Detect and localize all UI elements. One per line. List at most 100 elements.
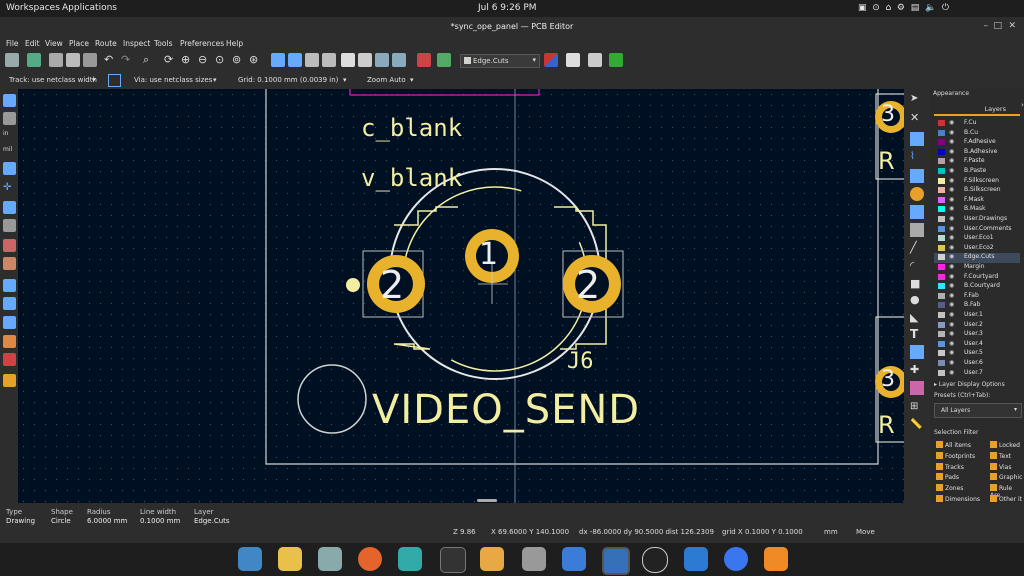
pcb-drawing[interactable] bbox=[18, 89, 904, 503]
eye-icon[interactable]: ◉ bbox=[949, 282, 954, 289]
eye-icon[interactable]: ◉ bbox=[949, 292, 954, 299]
layer-row[interactable]: ◉ User.1 bbox=[934, 311, 1020, 321]
close-icon[interactable]: ✕ bbox=[1008, 21, 1016, 31]
eye-icon[interactable]: ◉ bbox=[949, 349, 954, 356]
layer-color-swatch[interactable] bbox=[938, 292, 945, 299]
settings-gear-icon[interactable] bbox=[522, 547, 546, 571]
unlock-icon[interactable] bbox=[358, 53, 372, 67]
add-text-icon[interactable]: T bbox=[910, 327, 924, 341]
layer-color-swatch[interactable] bbox=[938, 321, 945, 328]
menu-edit[interactable]: Edit bbox=[25, 39, 40, 48]
eye-icon[interactable]: ◉ bbox=[949, 225, 954, 232]
layer-color-swatch[interactable] bbox=[938, 254, 945, 261]
menu-view[interactable]: View bbox=[45, 39, 63, 48]
scripting-console-icon[interactable] bbox=[566, 53, 580, 67]
add-via-icon[interactable] bbox=[910, 187, 924, 201]
layer-display-options[interactable]: ▸ Layer Display Options bbox=[934, 381, 1005, 388]
eye-icon[interactable]: ◉ bbox=[949, 244, 954, 251]
selection-filter-checkbox[interactable]: Vias bbox=[990, 462, 1011, 471]
app-grid-icon[interactable] bbox=[278, 547, 302, 571]
folder-app-icon[interactable] bbox=[318, 547, 342, 571]
layer-color-swatch[interactable] bbox=[938, 216, 945, 222]
refresh-icon[interactable]: ⟳ bbox=[164, 53, 178, 67]
layer-color-swatch[interactable] bbox=[938, 331, 945, 338]
menu-place[interactable]: Place bbox=[69, 39, 89, 48]
rotate-cw-icon[interactable] bbox=[288, 53, 302, 67]
rule-area-icon[interactable] bbox=[910, 223, 924, 237]
layer-color-swatch[interactable] bbox=[938, 312, 945, 318]
layer-row[interactable]: ◉ User.2 bbox=[934, 321, 1020, 331]
mil-units-icon[interactable]: mil bbox=[3, 146, 16, 159]
layer-color-swatch[interactable] bbox=[938, 206, 945, 213]
layer-color-swatch[interactable] bbox=[938, 129, 945, 136]
layer-row[interactable]: ◉ B.Mask bbox=[934, 205, 1020, 215]
menu-route[interactable]: Route bbox=[95, 39, 117, 48]
presets-dropdown[interactable]: All Layers ▾ bbox=[934, 403, 1022, 418]
layer-row[interactable]: ◉ B.Cu bbox=[934, 129, 1020, 139]
selection-filter-checkbox[interactable]: Pads bbox=[936, 473, 959, 481]
add-dimension-icon[interactable] bbox=[910, 345, 924, 359]
layer-row[interactable]: ◉ B.Silkscreen bbox=[934, 186, 1020, 196]
local-ratsnest-icon[interactable]: ✕ bbox=[910, 111, 924, 125]
eye-icon[interactable]: ◉ bbox=[949, 129, 954, 136]
selection-filter-checkbox[interactable]: Zones bbox=[936, 484, 963, 492]
eye-icon[interactable]: ◉ bbox=[949, 119, 954, 126]
menu-inspect[interactable]: Inspect bbox=[123, 39, 150, 48]
layer-row[interactable]: ◉ Margin bbox=[934, 263, 1020, 273]
zoom-objects-icon[interactable]: ⊚ bbox=[232, 53, 246, 67]
eye-icon[interactable]: ◉ bbox=[949, 148, 954, 155]
add-target-icon[interactable]: ✚ bbox=[910, 363, 924, 377]
layer-row[interactable]: ◉ B.Courtyard bbox=[934, 282, 1020, 292]
eye-icon[interactable]: ◉ bbox=[949, 369, 954, 376]
draw-arc-icon[interactable]: ◜ bbox=[910, 259, 924, 273]
route-diff-pair-icon[interactable] bbox=[910, 169, 924, 183]
drc-icon[interactable] bbox=[437, 53, 451, 67]
selection-filter-checkbox[interactable]: Text bbox=[990, 451, 1011, 460]
panel-scroll-right-icon[interactable]: › bbox=[1021, 101, 1024, 109]
python-icon[interactable] bbox=[588, 53, 602, 67]
set-origin-icon[interactable]: ⊞ bbox=[910, 401, 924, 415]
zone-fill-icon[interactable] bbox=[3, 239, 16, 252]
track-sketch-icon[interactable] bbox=[3, 316, 16, 329]
signal-icon[interactable] bbox=[724, 547, 748, 571]
eye-icon[interactable]: ◉ bbox=[949, 196, 954, 203]
firefox-icon[interactable] bbox=[358, 547, 382, 571]
mirror-v-icon[interactable] bbox=[305, 53, 319, 67]
zoom-select[interactable]: Zoom Auto bbox=[367, 76, 406, 84]
layer-row[interactable]: ◉ User.5 bbox=[934, 349, 1020, 359]
selection-filter-checkbox[interactable]: Footprints bbox=[936, 451, 975, 460]
obs-icon[interactable] bbox=[642, 547, 668, 573]
layer-color-swatch[interactable] bbox=[938, 273, 945, 280]
layer-row[interactable]: ◉ User.Comments bbox=[934, 225, 1020, 235]
archive-icon[interactable] bbox=[480, 547, 504, 571]
eye-icon[interactable]: ◉ bbox=[949, 330, 954, 337]
measure-icon[interactable]: 📏 bbox=[910, 419, 924, 433]
tray-icons[interactable]: ▣ ⊙ ⌂ ⚙ ▤ 🔈 ⏻ bbox=[858, 3, 949, 13]
ungroup-icon[interactable] bbox=[392, 53, 406, 67]
eye-icon[interactable]: ◉ bbox=[949, 205, 954, 212]
layer-select-dropdown[interactable]: Edge.Cuts ▾ bbox=[460, 54, 540, 68]
layer-color-swatch[interactable] bbox=[938, 148, 945, 155]
menu-file[interactable]: File bbox=[6, 39, 19, 48]
selection-filter-checkbox[interactable]: Other it bbox=[990, 495, 1022, 503]
layer-color-swatch[interactable] bbox=[938, 120, 945, 126]
layer-row[interactable]: ◉ User.6 bbox=[934, 359, 1020, 369]
vscode-icon[interactable] bbox=[684, 547, 708, 571]
selection-filter-checkbox[interactable]: Locked bbox=[990, 441, 1020, 449]
minimize-icon[interactable]: – bbox=[984, 21, 989, 31]
find-icon[interactable]: ⌕ bbox=[143, 53, 157, 67]
mirror-h-icon[interactable] bbox=[322, 53, 336, 67]
inch-units-icon[interactable]: in bbox=[3, 130, 16, 143]
selection-filter-checkbox[interactable]: Dimensions bbox=[936, 495, 980, 503]
pad-sketch-icon[interactable] bbox=[3, 279, 16, 292]
layer-color-swatch[interactable] bbox=[938, 225, 945, 232]
via-size-select[interactable]: Via: use netclass sizes bbox=[134, 76, 212, 84]
footprint-add-icon[interactable] bbox=[910, 132, 924, 146]
eye-icon[interactable]: ◉ bbox=[949, 138, 954, 145]
draw-rect-icon[interactable]: ■ bbox=[910, 277, 924, 291]
undo-icon[interactable]: ↶ bbox=[104, 53, 118, 67]
layer-color-swatch[interactable] bbox=[938, 302, 945, 309]
layer-row[interactable]: ◉ Edge.Cuts bbox=[934, 253, 1020, 263]
zone-outline-icon[interactable] bbox=[3, 257, 16, 270]
layer-color-swatch[interactable] bbox=[938, 369, 945, 376]
